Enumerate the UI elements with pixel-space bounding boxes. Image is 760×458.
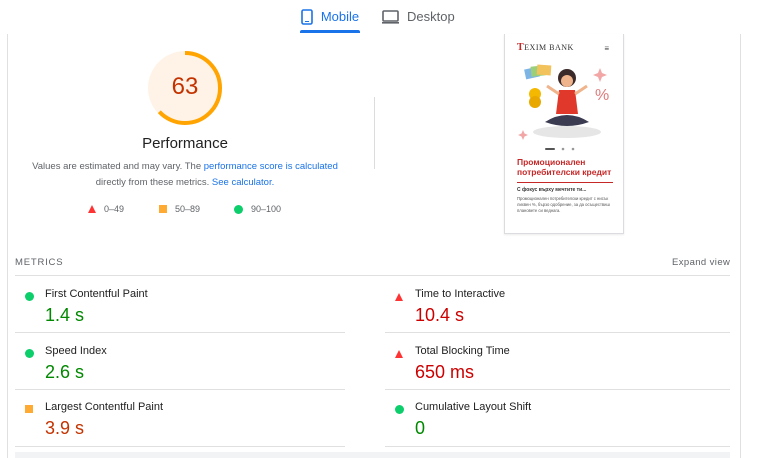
card-border-left — [7, 34, 8, 458]
metric-value: 1.4 s — [45, 305, 85, 325]
metric-item: Total Blocking Time 650 ms — [385, 337, 720, 392]
performance-score: 63 — [171, 73, 199, 100]
metric-divider — [385, 332, 730, 333]
description-text: Values are estimated and may vary. The — [32, 161, 204, 172]
metric-divider — [385, 389, 730, 390]
tab-mobile[interactable]: Mobile — [300, 0, 360, 33]
metric-name: Total Blocking Time — [415, 345, 510, 357]
metric-value: 650 ms — [415, 362, 475, 382]
circle-icon — [25, 349, 34, 358]
metric-value: 2.6 s — [45, 362, 85, 382]
vertical-divider — [374, 97, 375, 169]
hamburger-menu-icon: ≡ — [604, 44, 609, 53]
active-tab-indicator — [300, 30, 360, 33]
description-text-2: directly from these metrics. — [95, 177, 212, 188]
triangle-icon — [395, 293, 403, 301]
metric-item: Largest Contentful Paint 3.9 s — [15, 393, 350, 448]
metric-value: 0 — [415, 418, 426, 438]
circle-icon — [25, 292, 34, 301]
metric-name: Time to Interactive — [415, 288, 506, 300]
square-icon — [25, 405, 33, 413]
tab-desktop-label: Desktop — [407, 9, 455, 24]
metrics-heading: METRICS — [15, 257, 64, 268]
metrics-top-divider — [15, 275, 730, 276]
metric-value: 3.9 s — [45, 418, 85, 438]
metric-item: Cumulative Layout Shift 0 — [385, 393, 720, 448]
legend-average-label: 50–89 — [175, 204, 201, 214]
bottom-section-bar — [15, 452, 730, 458]
metric-divider — [15, 332, 345, 333]
circle-icon — [395, 405, 404, 414]
preview-subheading: С фокус върху мечтите ти... — [517, 187, 587, 193]
desktop-icon — [382, 9, 399, 24]
tab-mobile-label: Mobile — [320, 9, 360, 24]
metric-name: Cumulative Layout Shift — [415, 401, 532, 413]
metric-name: Largest Contentful Paint — [45, 401, 164, 413]
preview-headline: Промоционален потребителски кредит — [517, 157, 612, 177]
score-legend: 0–49 50–89 90–100 — [84, 204, 304, 218]
metric-item: Speed Index 2.6 s — [15, 337, 350, 392]
triangle-icon — [395, 350, 403, 358]
legend-fail-label: 0–49 — [104, 204, 125, 214]
metric-item: First Contentful Paint 1.4 s — [15, 280, 350, 335]
svg-text:%: % — [595, 87, 609, 104]
legend-pass-label: 90–100 — [251, 204, 282, 214]
pass-circle-icon — [234, 204, 243, 214]
metric-value: 10.4 s — [415, 305, 465, 325]
metric-name: Speed Index — [45, 345, 107, 357]
bank-logo: TEXIM BANK — [517, 42, 574, 53]
see-calculator-link[interactable]: See calculator. — [212, 177, 274, 188]
performance-title: Performance — [142, 135, 228, 152]
metric-item: Time to Interactive 10.4 s — [385, 280, 720, 335]
metric-divider — [15, 389, 345, 390]
page-screenshot-preview: TEXIM BANK ≡ % Промоционален потребителс… — [504, 34, 624, 234]
legend-pass: 90–100 — [234, 204, 281, 214]
device-tabs: Mobile Desktop — [0, 0, 760, 34]
average-square-icon — [159, 205, 167, 213]
fail-triangle-icon — [88, 205, 96, 213]
card-border-right — [740, 34, 741, 458]
preview-rule — [517, 182, 613, 183]
metric-name: First Contentful Paint — [45, 288, 148, 300]
performance-score-calculated-link[interactable]: performance score is calculated — [204, 161, 338, 172]
metric-divider — [385, 446, 730, 447]
tab-desktop[interactable]: Desktop — [382, 0, 462, 33]
expand-view-button[interactable]: Expand view — [672, 257, 730, 268]
smartphone-icon — [301, 8, 313, 25]
metric-divider — [15, 446, 345, 447]
logo-text: EXIM BANK — [524, 43, 574, 52]
performance-description: Values are estimated and may vary. The p… — [25, 159, 345, 191]
carousel-dots — [545, 147, 575, 151]
yoga-woman-illustration: % — [518, 64, 609, 140]
legend-fail: 0–49 — [88, 204, 124, 214]
preview-body: Промоционален потребителски кредит с нис… — [517, 196, 610, 213]
legend-average: 50–89 — [159, 204, 200, 214]
